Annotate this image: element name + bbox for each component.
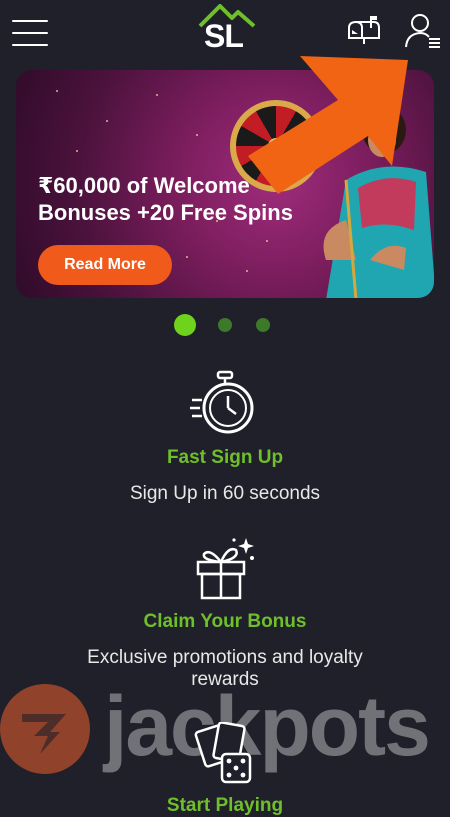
feature-start-playing: Start Playing — [0, 721, 450, 817]
carousel-dot-active[interactable] — [174, 314, 196, 336]
feature-title: Start Playing — [166, 795, 284, 816]
read-more-button[interactable]: Read More — [38, 245, 172, 285]
hamburger-menu-icon[interactable] — [12, 20, 48, 46]
feature-title: Fast Sign Up — [166, 447, 284, 468]
feature-claim-bonus: Claim Your Bonus Exclusive promotions an… — [0, 534, 450, 691]
stopwatch-icon — [190, 370, 254, 434]
logo-text: SL — [204, 18, 244, 54]
site-logo[interactable]: SL — [196, 4, 256, 58]
user-menu-icon[interactable] — [404, 12, 442, 50]
feature-description: Sign Up in 60 seconds — [129, 483, 321, 504]
feature-title: Claim Your Bonus — [143, 611, 307, 632]
annotation-arrow-icon — [248, 56, 408, 194]
carousel-dot[interactable] — [218, 318, 232, 332]
gift-box-icon — [196, 538, 254, 600]
mailbox-icon[interactable] — [346, 16, 382, 46]
carousel-dots — [174, 314, 284, 336]
cards-dice-icon — [194, 721, 252, 784]
feature-fast-signup: Fast Sign Up Sign Up in 60 seconds — [0, 370, 450, 505]
carousel-dot[interactable] — [256, 318, 270, 332]
